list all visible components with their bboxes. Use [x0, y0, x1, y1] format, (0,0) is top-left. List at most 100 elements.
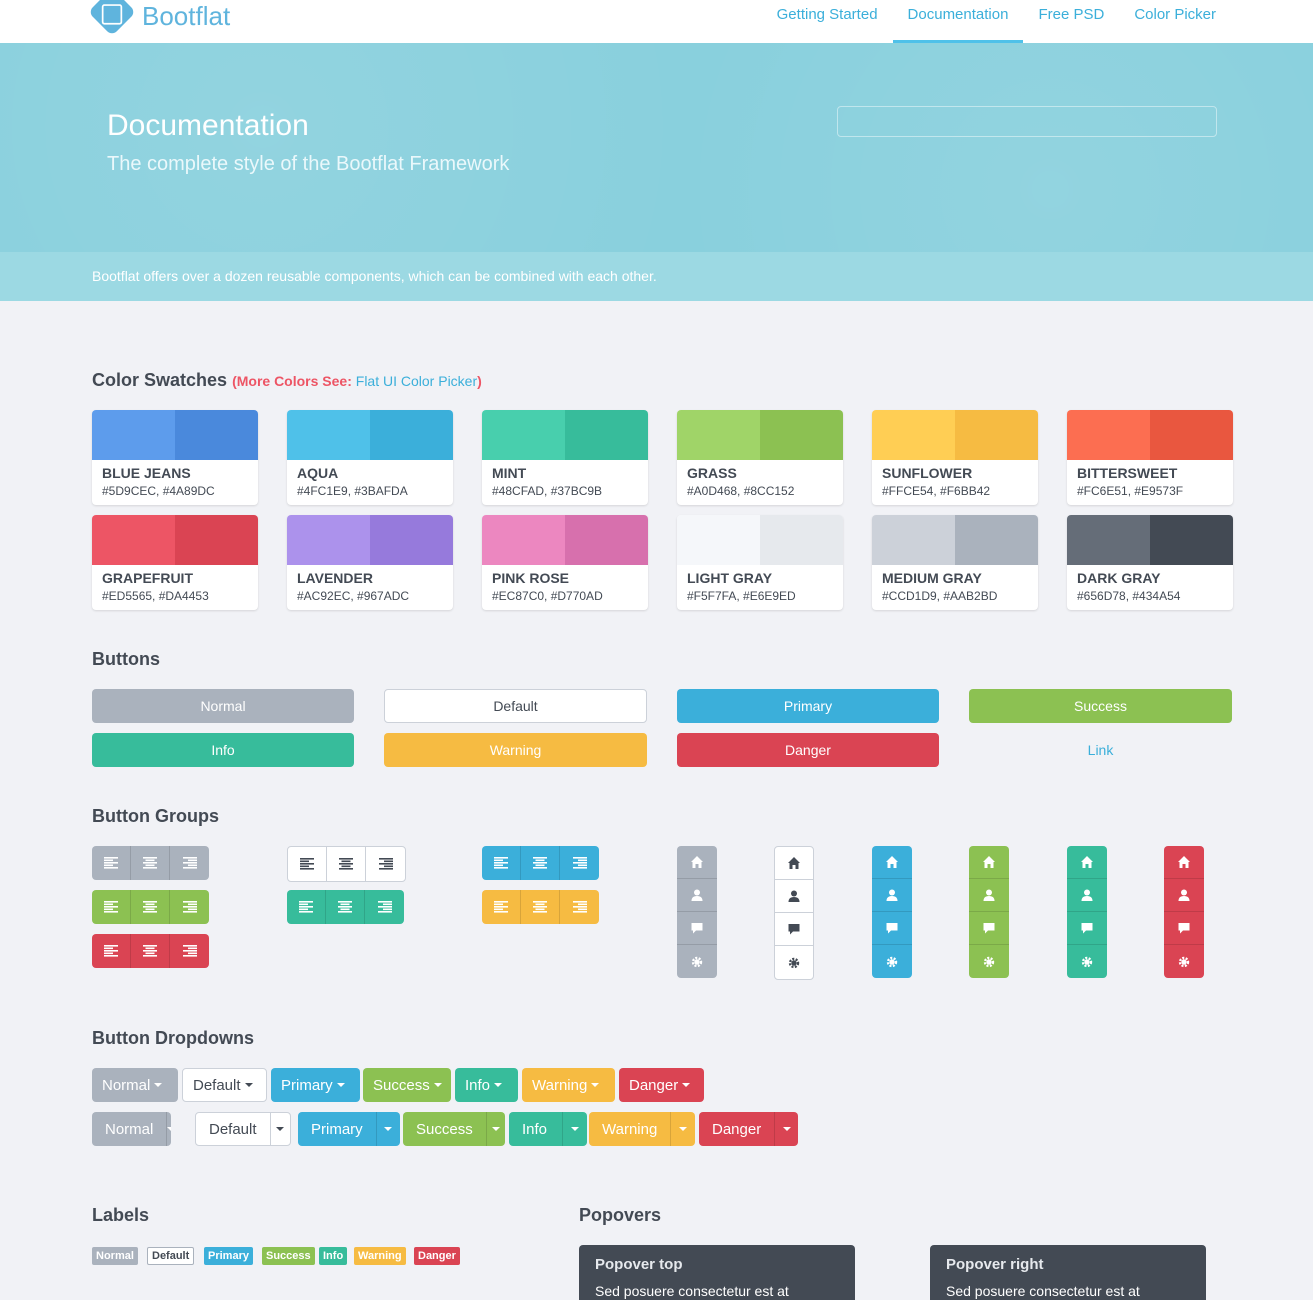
success-split-main[interactable]: Success: [403, 1112, 486, 1146]
nav-free-psd[interactable]: Free PSD: [1023, 0, 1119, 43]
gear-button[interactable]: [677, 945, 717, 978]
user-button[interactable]: [677, 879, 717, 912]
primary-split-main[interactable]: Primary: [298, 1112, 376, 1146]
warning-dropdown-button[interactable]: Warning: [522, 1068, 615, 1102]
align-right-button[interactable]: [170, 890, 209, 924]
align-left-button[interactable]: [288, 847, 327, 881]
brand-logo[interactable]: Bootflat: [87, 0, 230, 37]
normal-button[interactable]: Normal: [92, 689, 354, 723]
warning-button[interactable]: Warning: [384, 733, 647, 767]
home-icon: [885, 855, 899, 869]
danger-split-toggle[interactable]: [774, 1112, 798, 1146]
home-button[interactable]: [677, 846, 717, 879]
align-right-button[interactable]: [560, 890, 599, 924]
nav-documentation[interactable]: Documentation: [892, 0, 1024, 43]
link-button[interactable]: Link: [969, 733, 1232, 767]
swatch-dark: [565, 515, 648, 565]
align-left-icon: [494, 901, 508, 913]
info-dropdown-button[interactable]: Info: [455, 1068, 518, 1102]
success-split-toggle[interactable]: [485, 1112, 505, 1146]
page-title: Documentation: [107, 109, 309, 142]
nav-getting-started[interactable]: Getting Started: [762, 0, 893, 43]
gear-button[interactable]: [969, 945, 1009, 978]
align-left-button[interactable]: [482, 846, 521, 880]
home-icon: [982, 855, 996, 869]
swatch-dark: [370, 410, 453, 460]
home-button[interactable]: [872, 846, 912, 879]
user-button[interactable]: [775, 880, 813, 913]
swatch-light: [1067, 515, 1150, 565]
align-right-button[interactable]: [170, 934, 209, 968]
user-button[interactable]: [872, 879, 912, 912]
success-button[interactable]: Success: [969, 689, 1232, 723]
search-input[interactable]: [837, 106, 1217, 137]
home-button[interactable]: [969, 846, 1009, 879]
align-center-button[interactable]: [131, 890, 170, 924]
warning-button-group: [482, 890, 599, 924]
gear-button[interactable]: [1067, 945, 1107, 978]
align-left-button[interactable]: [92, 890, 131, 924]
info-split-main[interactable]: Info: [509, 1112, 562, 1146]
align-center-button[interactable]: [521, 846, 560, 880]
primary-split-toggle[interactable]: [375, 1112, 400, 1146]
align-center-button[interactable]: [131, 846, 170, 880]
user-icon: [982, 888, 996, 902]
gear-icon: [1177, 955, 1191, 969]
gear-button[interactable]: [1164, 945, 1204, 978]
default-button[interactable]: Default: [384, 689, 647, 723]
comment-button[interactable]: [677, 912, 717, 945]
nav-color-picker[interactable]: Color Picker: [1119, 0, 1231, 43]
info-split-toggle[interactable]: [562, 1112, 587, 1146]
popover-title: Popover top: [595, 1256, 683, 1273]
align-center-button[interactable]: [327, 847, 366, 881]
danger-split-main[interactable]: Danger: [699, 1112, 774, 1146]
align-left-button[interactable]: [92, 934, 131, 968]
default-dropdown-button[interactable]: Default: [182, 1068, 267, 1102]
align-center-button[interactable]: [521, 890, 560, 924]
align-right-button[interactable]: [170, 846, 209, 880]
user-button[interactable]: [969, 879, 1009, 912]
gear-button[interactable]: [775, 946, 813, 979]
warning-split-main[interactable]: Warning: [589, 1112, 670, 1146]
danger-button[interactable]: Danger: [677, 733, 939, 767]
normal-split-toggle[interactable]: [166, 1112, 171, 1146]
swatch-hex: #CCD1D9, #AAB2BD: [882, 589, 998, 603]
default-split-main[interactable]: Default: [196, 1113, 270, 1145]
align-left-button[interactable]: [287, 890, 326, 924]
primary-button[interactable]: Primary: [677, 689, 939, 723]
comment-button[interactable]: [1164, 912, 1204, 945]
user-button[interactable]: [1067, 879, 1107, 912]
align-left-button[interactable]: [92, 846, 131, 880]
danger-dropdown-button[interactable]: Danger: [619, 1068, 704, 1102]
align-center-button[interactable]: [131, 934, 170, 968]
align-left-button[interactable]: [482, 890, 521, 924]
comment-button[interactable]: [969, 912, 1009, 945]
warning-split-toggle[interactable]: [670, 1112, 695, 1146]
swatch-name: LAVENDER: [297, 570, 373, 586]
swatch-colors: [287, 410, 453, 460]
normal-dropdown-button[interactable]: Normal: [92, 1068, 178, 1102]
align-right-button[interactable]: [560, 846, 599, 880]
home-button[interactable]: [775, 847, 813, 880]
align-right-button[interactable]: [365, 890, 404, 924]
primary-dropdown-button[interactable]: Primary: [271, 1068, 360, 1102]
comment-button[interactable]: [872, 912, 912, 945]
align-right-icon: [572, 857, 587, 869]
flat-ui-color-picker-link[interactable]: Flat UI Color Picker: [356, 373, 477, 389]
color-swatch: LIGHT GRAY #F5F7FA, #E6E9ED: [677, 515, 843, 610]
info-button[interactable]: Info: [92, 733, 354, 767]
align-center-button[interactable]: [326, 890, 365, 924]
align-right-button[interactable]: [366, 847, 405, 881]
normal-split-main[interactable]: Normal: [92, 1112, 166, 1146]
section-heading: Color Swatches: [92, 370, 228, 390]
comment-button[interactable]: [775, 913, 813, 946]
primary-split-button: Primary: [298, 1112, 400, 1146]
user-button[interactable]: [1164, 879, 1204, 912]
gear-button[interactable]: [872, 945, 912, 978]
success-dropdown-button[interactable]: Success: [363, 1068, 451, 1102]
home-button[interactable]: [1164, 846, 1204, 879]
color-swatch: GRAPEFRUIT #ED5565, #DA4453: [92, 515, 258, 610]
comment-button[interactable]: [1067, 912, 1107, 945]
home-button[interactable]: [1067, 846, 1107, 879]
default-split-toggle[interactable]: [269, 1113, 290, 1145]
